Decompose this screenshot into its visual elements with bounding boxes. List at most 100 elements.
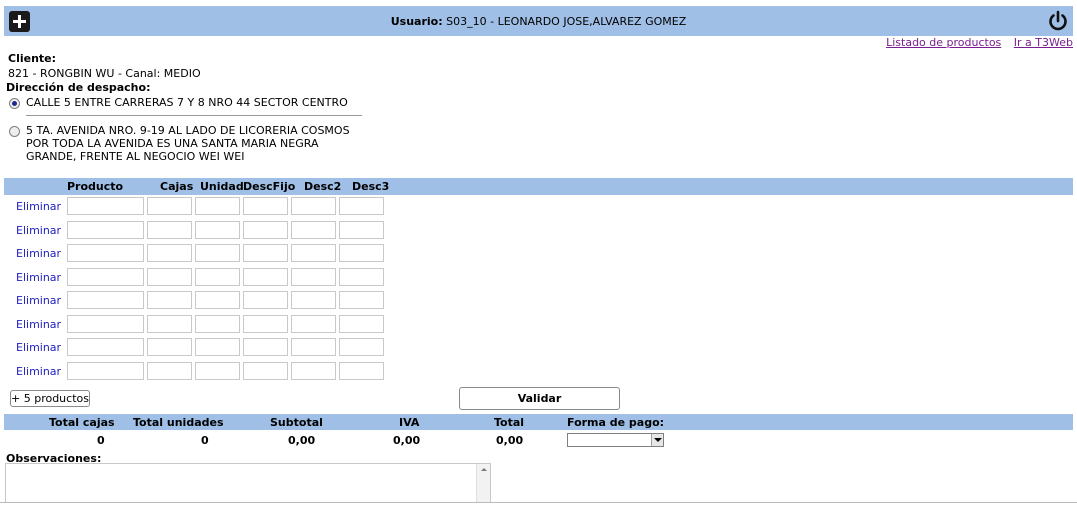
cajas-input[interactable] [147, 267, 192, 286]
producto-input[interactable] [67, 314, 144, 333]
unidad-input[interactable] [195, 338, 240, 356]
table-row: Eliminar [0, 337, 400, 357]
eliminar-link[interactable]: Eliminar [16, 318, 61, 331]
col-descfijo: DescFijo [243, 180, 296, 193]
desc3-input[interactable] [339, 314, 384, 333]
table-row: Eliminar [0, 196, 400, 216]
despacho-radio-2[interactable] [9, 126, 20, 137]
descfijo-input[interactable] [243, 267, 288, 286]
divider [26, 115, 362, 116]
ir-a-t3web-link[interactable]: Ir a T3Web [1014, 36, 1073, 49]
unidad-input[interactable] [195, 314, 240, 333]
cajas-input[interactable] [147, 338, 192, 356]
producto-input[interactable] [67, 220, 144, 239]
col-desc2: Desc2 [304, 180, 342, 193]
desc3-input[interactable] [339, 291, 384, 309]
unidad-input[interactable] [195, 244, 240, 262]
despacho-option-2[interactable]: 5 TA. AVENIDA NRO. 9-19 AL LADO DE LICOR… [9, 124, 366, 163]
cajas-input[interactable] [147, 220, 192, 239]
cajas-input[interactable] [147, 291, 192, 309]
user-prefix: Usuario: [390, 15, 443, 28]
direccion-despacho-label: Dirección de despacho: [6, 81, 151, 94]
descfijo-input[interactable] [243, 314, 288, 333]
unidad-input[interactable] [195, 291, 240, 309]
total-unidades-label: Total unidades [133, 416, 224, 429]
descfijo-input[interactable] [243, 291, 288, 309]
user-value: S03_10 - LEONARDO JOSE,ALVAREZ GOMEZ [446, 15, 687, 28]
desc2-input[interactable] [291, 220, 336, 239]
descfijo-input[interactable] [243, 220, 288, 239]
producto-input[interactable] [67, 244, 144, 262]
top-bar: Usuario: S03_10 - LEONARDO JOSE,ALVAREZ … [4, 6, 1073, 36]
desc3-input[interactable] [339, 197, 384, 215]
total-cajas-value: 0 [97, 434, 105, 447]
despacho-radio-1[interactable] [9, 98, 20, 109]
table-row: Eliminar [0, 361, 400, 381]
divider [0, 502, 1077, 503]
productos-header: Producto Cajas Unidad DescFijo Desc2 Des… [4, 178, 1073, 195]
desc2-input[interactable] [291, 244, 336, 262]
table-row: Eliminar [0, 220, 400, 240]
eliminar-link[interactable]: Eliminar [16, 365, 61, 378]
cliente-label: Cliente: [8, 52, 57, 65]
unidad-input[interactable] [195, 220, 240, 239]
desc2-input[interactable] [291, 267, 336, 286]
table-row: Eliminar [0, 267, 400, 287]
col-desc3: Desc3 [352, 180, 390, 193]
observaciones-textarea[interactable] [5, 463, 491, 503]
add-5-products-button[interactable]: + 5 productos [10, 390, 90, 407]
subtotal-label: Subtotal [270, 416, 323, 429]
cajas-input[interactable] [147, 197, 192, 215]
table-row: Eliminar [0, 314, 400, 334]
scrollbar[interactable] [476, 464, 490, 502]
despacho-option-label: CALLE 5 ENTRE CARRERAS 7 Y 8 NRO 44 SECT… [26, 96, 348, 109]
chevron-down-icon[interactable] [651, 434, 663, 446]
producto-input[interactable] [67, 291, 144, 309]
cliente-block: Cliente: 821 - RONGBIN WU - Canal: MEDIO [8, 51, 201, 81]
desc3-input[interactable] [339, 338, 384, 356]
desc3-input[interactable] [339, 361, 384, 380]
eliminar-link[interactable]: Eliminar [16, 224, 61, 237]
forma-pago-select[interactable] [567, 433, 664, 447]
unidad-input[interactable] [195, 197, 240, 215]
subtotal-value: 0,00 [288, 434, 316, 447]
desc2-input[interactable] [291, 314, 336, 333]
validar-button[interactable]: Validar [459, 387, 620, 410]
despacho-option-1[interactable]: CALLE 5 ENTRE CARRERAS 7 Y 8 NRO 44 SECT… [9, 96, 366, 109]
desc2-input[interactable] [291, 361, 336, 380]
cajas-input[interactable] [147, 314, 192, 333]
producto-input[interactable] [67, 197, 144, 215]
eliminar-link[interactable]: Eliminar [16, 271, 61, 284]
listado-productos-link[interactable]: Listado de productos [886, 36, 1001, 49]
totales-header: Total cajas Total unidades Subtotal IVA … [4, 414, 1073, 430]
total-value: 0,00 [496, 434, 524, 447]
col-producto: Producto [67, 180, 124, 193]
eliminar-link[interactable]: Eliminar [16, 200, 61, 213]
descfijo-input[interactable] [243, 197, 288, 215]
desc2-input[interactable] [291, 291, 336, 309]
cajas-input[interactable] [147, 361, 192, 380]
producto-input[interactable] [67, 338, 144, 356]
eliminar-link[interactable]: Eliminar [16, 341, 61, 354]
producto-input[interactable] [67, 267, 144, 286]
eliminar-link[interactable]: Eliminar [16, 247, 61, 260]
unidad-input[interactable] [195, 361, 240, 380]
eliminar-link[interactable]: Eliminar [16, 294, 61, 307]
desc3-input[interactable] [339, 244, 384, 262]
descfijo-input[interactable] [243, 361, 288, 380]
user-label: Usuario: S03_10 - LEONARDO JOSE,ALVAREZ … [4, 15, 1073, 28]
unidad-input[interactable] [195, 267, 240, 286]
producto-input[interactable] [67, 361, 144, 380]
power-icon[interactable] [1047, 10, 1069, 32]
desc3-input[interactable] [339, 267, 384, 286]
desc3-input[interactable] [339, 220, 384, 239]
table-row: Eliminar [0, 243, 400, 263]
cajas-input[interactable] [147, 244, 192, 262]
top-links: Listado de productos Ir a T3Web [877, 36, 1073, 49]
total-label: Total [494, 416, 525, 429]
table-row: Eliminar [0, 290, 400, 310]
desc2-input[interactable] [291, 338, 336, 356]
descfijo-input[interactable] [243, 244, 288, 262]
desc2-input[interactable] [291, 197, 336, 215]
descfijo-input[interactable] [243, 338, 288, 356]
